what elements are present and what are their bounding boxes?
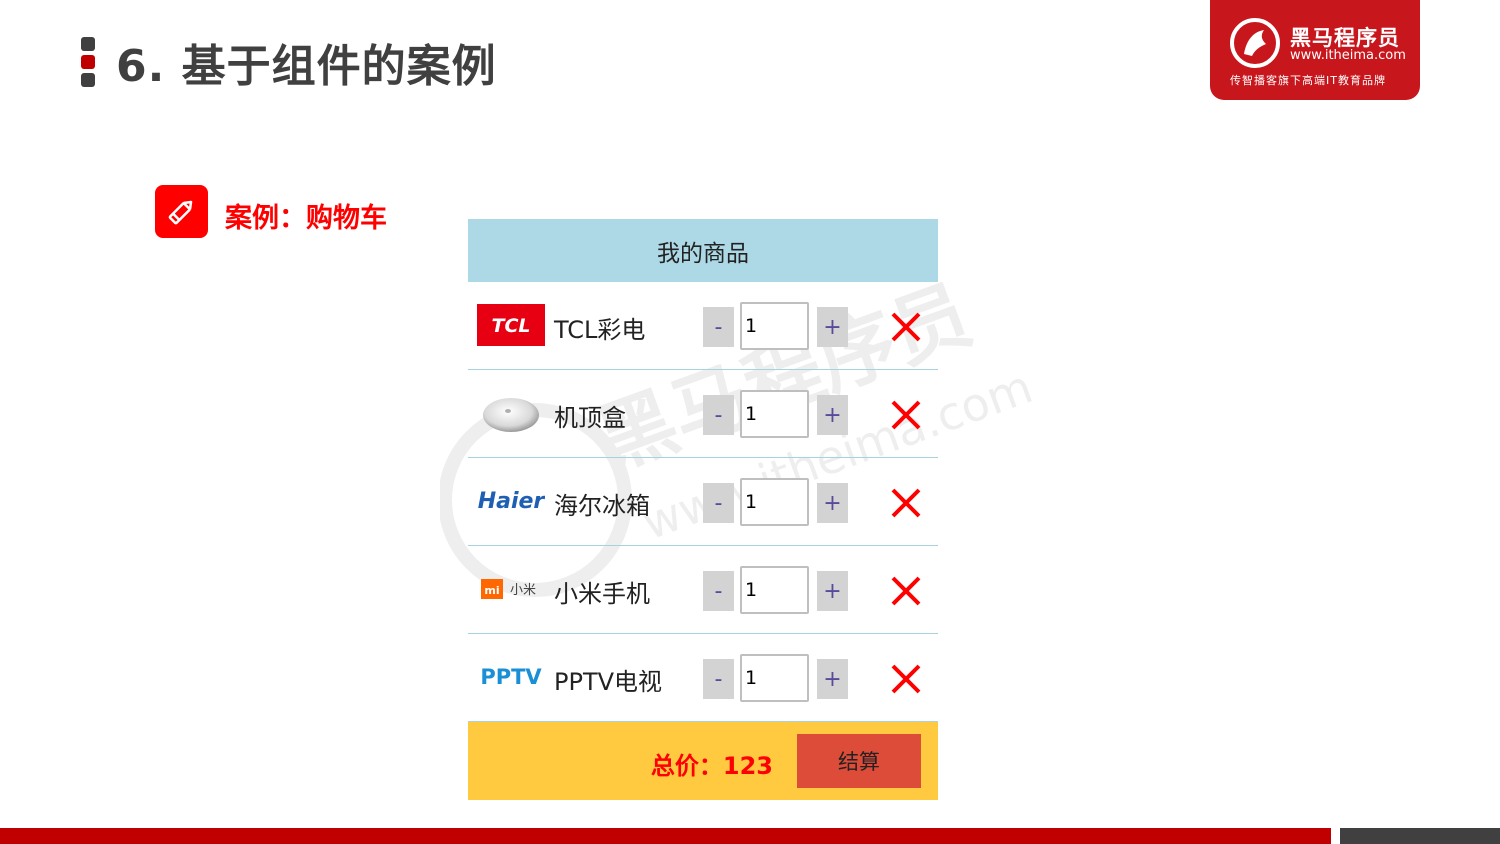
slide-title: 6. 基于组件的案例 xyxy=(116,41,497,92)
quantity-input[interactable] xyxy=(740,654,809,702)
delete-icon[interactable] xyxy=(889,486,923,520)
pptv-logo: PPTV xyxy=(477,655,545,699)
item-name: TCL彩电 xyxy=(554,316,646,344)
footer-bar-red xyxy=(0,828,1331,844)
logo-slogan: 传智播客旗下高端IT教育品牌 xyxy=(1230,74,1386,87)
increase-button[interactable]: + xyxy=(817,307,848,347)
brand-logo: 黑马程序员 www.itheima.com 传智播客旗下高端IT教育品牌 xyxy=(1210,0,1420,100)
cart-item: 机顶盒 - + xyxy=(468,370,938,458)
haier-logo: Haier xyxy=(477,479,545,523)
svg-text:mi: mi xyxy=(484,584,499,597)
case-label: 案例：购物车 xyxy=(225,203,387,234)
xiaomi-logo: mi 小米 xyxy=(477,567,545,611)
svg-text:Haier: Haier xyxy=(478,489,545,514)
delete-icon[interactable] xyxy=(889,398,923,432)
checkout-button[interactable]: 结算 xyxy=(797,734,921,788)
item-name: 小米手机 xyxy=(554,580,650,608)
item-name: 海尔冰箱 xyxy=(554,492,650,520)
title-marker xyxy=(81,37,95,88)
increase-button[interactable]: + xyxy=(817,395,848,435)
increase-button[interactable]: + xyxy=(817,659,848,699)
item-name: PPTV电视 xyxy=(554,668,663,696)
shopping-cart: 我的商品 TCL TCL彩电 - + xyxy=(468,219,938,800)
delete-icon[interactable] xyxy=(889,310,923,344)
set-top-box-image xyxy=(477,391,545,435)
increase-button[interactable]: + xyxy=(817,571,848,611)
decrease-button[interactable]: - xyxy=(703,483,734,523)
footer-bar-gray xyxy=(1340,828,1500,844)
logo-url: www.itheima.com xyxy=(1290,48,1406,63)
cart-footer: 总价：123 结算 xyxy=(468,722,938,800)
quantity-input[interactable] xyxy=(740,566,809,614)
svg-text:小米: 小米 xyxy=(510,583,536,598)
increase-button[interactable]: + xyxy=(817,483,848,523)
decrease-button[interactable]: - xyxy=(703,307,734,347)
cart-item: Haier 海尔冰箱 - + xyxy=(468,458,938,546)
quantity-input[interactable] xyxy=(740,478,809,526)
quantity-input[interactable] xyxy=(740,302,809,350)
svg-text:PPTV: PPTV xyxy=(480,665,542,689)
cart-item: PPTV PPTV电视 - + xyxy=(468,634,938,722)
pencil-icon xyxy=(155,185,208,238)
quantity-input[interactable] xyxy=(740,390,809,438)
item-name: 机顶盒 xyxy=(554,404,626,432)
cart-item: TCL TCL彩电 - + xyxy=(468,282,938,370)
cart-item: mi 小米 小米手机 - + xyxy=(468,546,938,634)
decrease-button[interactable]: - xyxy=(703,659,734,699)
cart-header: 我的商品 xyxy=(468,219,938,282)
decrease-button[interactable]: - xyxy=(703,395,734,435)
delete-icon[interactable] xyxy=(889,662,923,696)
delete-icon[interactable] xyxy=(889,574,923,608)
horse-logo-icon xyxy=(1230,18,1280,68)
total-price: 总价：123 xyxy=(650,752,773,780)
decrease-button[interactable]: - xyxy=(703,571,734,611)
tcl-logo: TCL xyxy=(477,303,545,347)
svg-text:TCL: TCL xyxy=(491,315,530,337)
